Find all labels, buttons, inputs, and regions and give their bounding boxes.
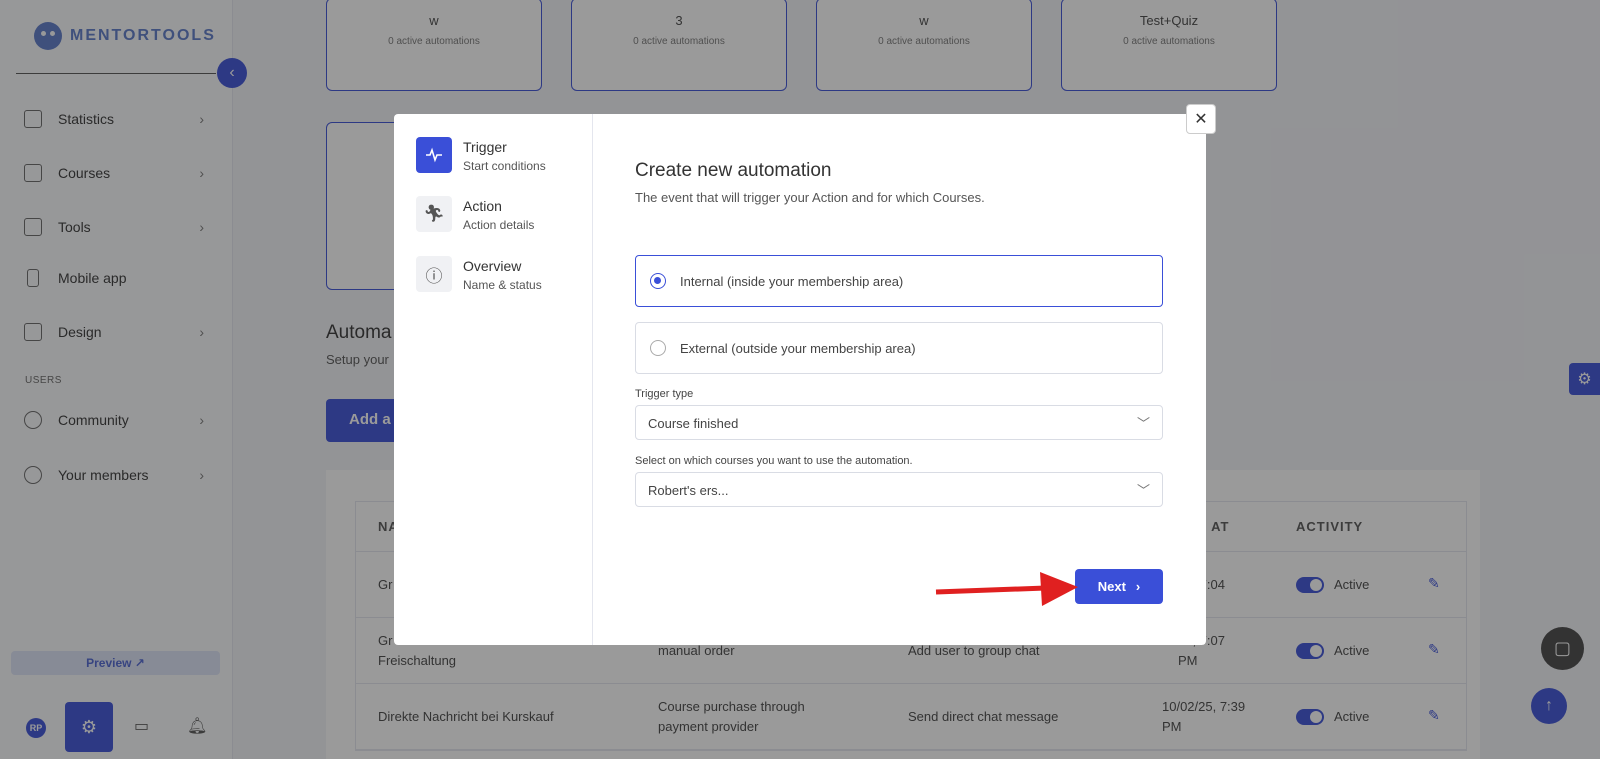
create-automation-modal: ✕ Trigger Start conditions 🏃︎ Action Act…	[394, 104, 1216, 645]
step-overview[interactable]: ⓘ Overview Name & status	[416, 256, 542, 292]
option-label: External (outside your membership area)	[680, 340, 916, 356]
chevron-right-icon: ›	[1135, 579, 1141, 594]
option-label: Internal (inside your membership area)	[680, 273, 904, 289]
close-icon[interactable]: ✕	[1186, 104, 1216, 134]
info-icon: ⓘ	[416, 256, 452, 292]
step-action[interactable]: 🏃︎ Action Action details	[416, 196, 534, 232]
trigger-type-label: Trigger type	[635, 388, 694, 400]
radio-button[interactable]	[650, 340, 666, 356]
step-subtitle: Action details	[463, 218, 535, 232]
chevron-down-icon: ﹀	[1136, 483, 1150, 498]
step-title: Action	[463, 198, 502, 214]
modal-title: Create new automation	[635, 160, 832, 181]
pulse-icon	[416, 137, 452, 173]
annotation-arrow-icon	[935, 572, 1078, 606]
trigger-type-select[interactable]: Course finished ﹀	[635, 405, 1163, 440]
step-subtitle: Name & status	[463, 278, 542, 292]
option-internal[interactable]: Internal (inside your membership area)	[635, 255, 1163, 307]
step-trigger[interactable]: Trigger Start conditions	[416, 137, 546, 173]
step-subtitle: Start conditions	[463, 159, 546, 173]
modal-steps: Trigger Start conditions 🏃︎ Action Actio…	[394, 114, 593, 645]
step-title: Overview	[463, 258, 522, 274]
select-value: Robert's ers...	[648, 483, 729, 498]
courses-label: Select on which courses you want to use …	[635, 455, 913, 467]
courses-select[interactable]: Robert's ers... ﹀	[635, 472, 1163, 507]
next-label: Next	[1097, 579, 1126, 594]
next-button[interactable]: Next ›	[1075, 569, 1163, 604]
option-external[interactable]: External (outside your membership area)	[635, 322, 1163, 374]
chevron-down-icon: ﹀	[1136, 416, 1150, 431]
step-title: Trigger	[463, 139, 507, 155]
radio-button[interactable]	[650, 273, 666, 289]
select-value: Course finished	[648, 416, 739, 431]
running-person-icon: 🏃︎	[416, 196, 452, 232]
modal-subtitle: The event that will trigger your Action …	[635, 190, 985, 205]
